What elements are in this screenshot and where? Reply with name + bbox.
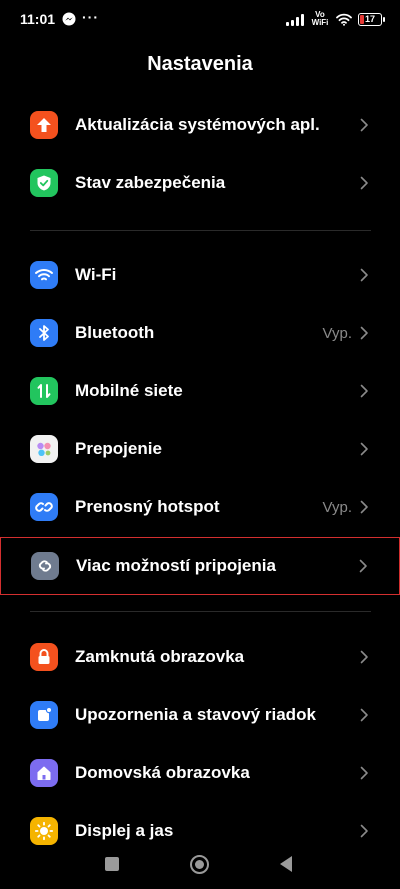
settings-row-label: Bluetooth: [75, 323, 155, 342]
home-button[interactable]: [190, 855, 209, 874]
bluetooth-icon: [30, 319, 58, 347]
battery-fill: [360, 14, 364, 24]
status-overflow: ···: [82, 9, 99, 25]
settings-row-label: Prenosný hotspot: [75, 497, 220, 516]
home-dot: [195, 860, 204, 869]
connect-dots-icon: [30, 435, 58, 463]
arrow-up-icon: [30, 111, 58, 139]
settings-row-connect-dots[interactable]: Prepojenie: [0, 421, 400, 479]
settings-row-hotspot-link[interactable]: Prenosný hotspot Vyp.: [0, 479, 400, 537]
wifi-status-icon: [336, 13, 352, 26]
settings-row-label: Upozornenia a stavový riadok: [75, 705, 316, 724]
settings-row-mobile-data[interactable]: Mobilné siete: [0, 363, 400, 421]
settings-row-label: Zamknutá obrazovka: [75, 647, 245, 666]
settings-row-label: Stav zabezpečenia: [75, 173, 226, 192]
vowifi-bottom: WiFi: [311, 18, 329, 27]
lock-icon: [30, 643, 58, 671]
recents-button[interactable]: [105, 857, 119, 871]
home-icon: [30, 759, 58, 787]
settings-row-label: Mobilné siete: [75, 381, 183, 400]
chevron-right-icon: [356, 267, 372, 283]
chevron-right-icon: [356, 383, 372, 399]
settings-row-label: Viac možností pripojenia: [76, 556, 276, 575]
settings-row-label: Aktualizácia systémových apl.: [75, 115, 320, 134]
settings-row-value: Vyp.: [322, 325, 352, 342]
status-time: 11:01: [20, 11, 56, 27]
settings-row-label: Displej a jas: [75, 821, 174, 840]
mobile-data-icon: [30, 377, 58, 405]
link-icon: [31, 552, 59, 580]
section-divider: [30, 611, 371, 612]
chevron-right-icon: [355, 558, 371, 574]
notification-icon: [30, 701, 58, 729]
settings-row-wifi[interactable]: Wi-Fi: [0, 247, 400, 305]
page-title: Nastavenia: [147, 53, 253, 75]
chevron-right-icon: [356, 707, 372, 723]
settings-row-value: Vyp.: [322, 499, 352, 516]
settings-row-home[interactable]: Domovská obrazovka: [0, 745, 400, 803]
settings-row-label: Wi-Fi: [75, 265, 117, 284]
vowifi-label: Vo WiFi: [310, 11, 330, 27]
shield-check-icon: [30, 169, 58, 197]
chevron-right-icon: [356, 441, 372, 457]
chevron-right-icon: [356, 117, 372, 133]
battery-level: 17: [364, 14, 375, 24]
chevron-right-icon: [356, 499, 372, 515]
wifi-icon: [30, 261, 58, 289]
signal-icon: [286, 13, 304, 26]
settings-row-bluetooth[interactable]: Bluetooth Vyp.: [0, 305, 400, 363]
settings-row-label: Prepojenie: [75, 439, 162, 458]
settings-row-arrow-up[interactable]: Aktualizácia systémových apl.: [0, 97, 400, 155]
section-divider: [30, 230, 371, 231]
settings-row-link[interactable]: Viac možností pripojenia: [0, 537, 400, 595]
navigation-bar: [0, 845, 400, 889]
chevron-right-icon: [356, 823, 372, 839]
settings-row-label: Domovská obrazovka: [75, 763, 250, 782]
settings-row-shield-check[interactable]: Stav zabezpečenia: [0, 155, 400, 213]
sun-icon: [30, 817, 58, 845]
messenger-icon: [62, 12, 76, 26]
status-bar: 11:01 ··· Vo WiFi 17: [0, 0, 400, 40]
settings-row-lock[interactable]: Zamknutá obrazovka: [0, 629, 400, 687]
hotspot-link-icon: [30, 493, 58, 521]
chevron-right-icon: [356, 649, 372, 665]
chevron-right-icon: [356, 765, 372, 781]
chevron-right-icon: [356, 325, 372, 341]
back-button[interactable]: [280, 856, 292, 872]
status-indicators: Vo WiFi 17: [286, 11, 385, 27]
chevron-right-icon: [356, 175, 372, 191]
settings-row-notification[interactable]: Upozornenia a stavový riadok: [0, 687, 400, 745]
battery-icon: 17: [358, 12, 385, 26]
